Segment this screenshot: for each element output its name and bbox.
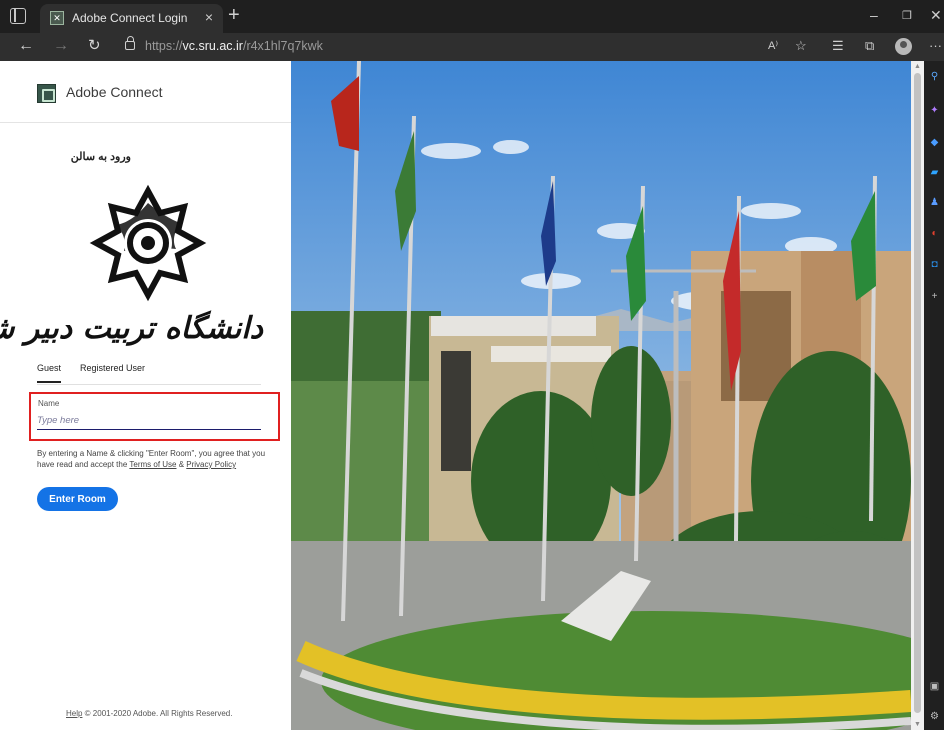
forward-icon[interactable]: → [53, 37, 69, 55]
room-title: ورود به سالن [70, 151, 131, 163]
profile-icon[interactable] [895, 38, 912, 55]
more-icon[interactable]: ··· [929, 38, 942, 54]
app-name: Adobe Connect [66, 84, 163, 100]
window-close-icon[interactable]: ✕ [930, 7, 942, 24]
browser-tab-bar: ✕ Adobe Connect Login × + – ❐ ✕ [0, 0, 944, 33]
scroll-thumb[interactable] [914, 73, 921, 713]
enter-room-button[interactable]: Enter Room [37, 487, 118, 511]
login-tabs: Guest Registered User [37, 363, 261, 385]
tab-guest[interactable]: Guest [37, 363, 62, 383]
consent-text: By entering a Name & clicking "Enter Roo… [37, 448, 267, 470]
tab-actions-icon[interactable] [10, 8, 26, 24]
help-link[interactable]: Help [66, 709, 82, 718]
people-icon[interactable]: ♟ [929, 197, 940, 208]
scroll-up-icon[interactable]: ▲ [914, 63, 921, 70]
lock-icon[interactable] [125, 36, 135, 50]
read-aloud-icon[interactable]: A⁾ [768, 38, 778, 54]
tab-title: Adobe Connect Login [72, 11, 188, 25]
header-divider [0, 122, 291, 123]
collections-icon[interactable]: ⧉ [865, 38, 874, 54]
login-panel: Adobe Connect ورود به سالن دانشگاه تربیت… [0, 61, 291, 730]
add-icon[interactable]: + [929, 291, 940, 302]
adobe-connect-logo-icon [37, 84, 56, 103]
url-host: vc.sru.ac.ir [182, 39, 243, 53]
back-icon[interactable]: ← [18, 37, 34, 55]
name-label: Name [38, 399, 60, 408]
scroll-down-icon[interactable]: ▼ [914, 721, 921, 728]
favorites-icon[interactable]: ☰ [832, 38, 844, 54]
new-tab-icon[interactable]: + [228, 4, 240, 26]
tab-registered-user[interactable]: Registered User [80, 363, 145, 381]
footer: Help © 2001-2020 Adobe. All Rights Reser… [66, 709, 232, 718]
browser-sidebar: ⚲ ✦ ◆ ▰ ♟ ◐ ◘ + ▣ ⚙ [924, 61, 944, 730]
address-field[interactable]: https://vc.sru.ac.ir/r4x1hl7q7kwk [145, 39, 323, 53]
page-viewport: Adobe Connect ورود به سالن دانشگاه تربیت… [0, 61, 924, 730]
university-name: دانشگاه تربیت دبیر شهید رجائی [0, 311, 263, 346]
name-field-highlight: Name [29, 392, 280, 441]
copilot-icon[interactable]: ✦ [929, 105, 940, 116]
vertical-scrollbar[interactable]: ▲ ▼ [911, 61, 924, 730]
tools-icon[interactable]: ▰ [929, 167, 940, 178]
tab-close-icon[interactable]: × [205, 9, 213, 25]
add-favorite-icon[interactable]: ☆ [795, 38, 807, 54]
tag-icon[interactable]: ◆ [929, 137, 940, 148]
privacy-policy-link[interactable]: Privacy Policy [186, 460, 236, 469]
settings-gear-icon[interactable]: ⚙ [929, 711, 940, 722]
university-emblem-icon [89, 184, 207, 302]
url-path: /r4x1hl7q7kwk [242, 39, 323, 53]
minimize-icon[interactable]: – [870, 7, 878, 23]
name-input[interactable] [37, 412, 261, 430]
refresh-icon[interactable]: ↻ [88, 37, 101, 55]
office-icon[interactable]: ◐ [929, 228, 940, 239]
search-icon[interactable]: ⚲ [929, 71, 940, 82]
terms-of-use-link[interactable]: Terms of Use [129, 460, 176, 469]
campus-photo [291, 61, 911, 730]
browser-tab[interactable]: ✕ Adobe Connect Login × [40, 4, 223, 33]
outlook-icon[interactable]: ◘ [929, 259, 940, 270]
copyright-text: © 2001-2020 Adobe. All Rights Reserved. [82, 709, 233, 718]
url-scheme: https:// [145, 39, 183, 53]
sidebar-layout-icon[interactable]: ▣ [929, 681, 940, 692]
restore-icon[interactable]: ❐ [902, 9, 912, 22]
adobe-connect-favicon-icon: ✕ [50, 11, 64, 25]
consent-and: & [176, 460, 187, 469]
address-toolbar: ← → ↻ https://vc.sru.ac.ir/r4x1hl7q7kwk … [0, 33, 944, 61]
